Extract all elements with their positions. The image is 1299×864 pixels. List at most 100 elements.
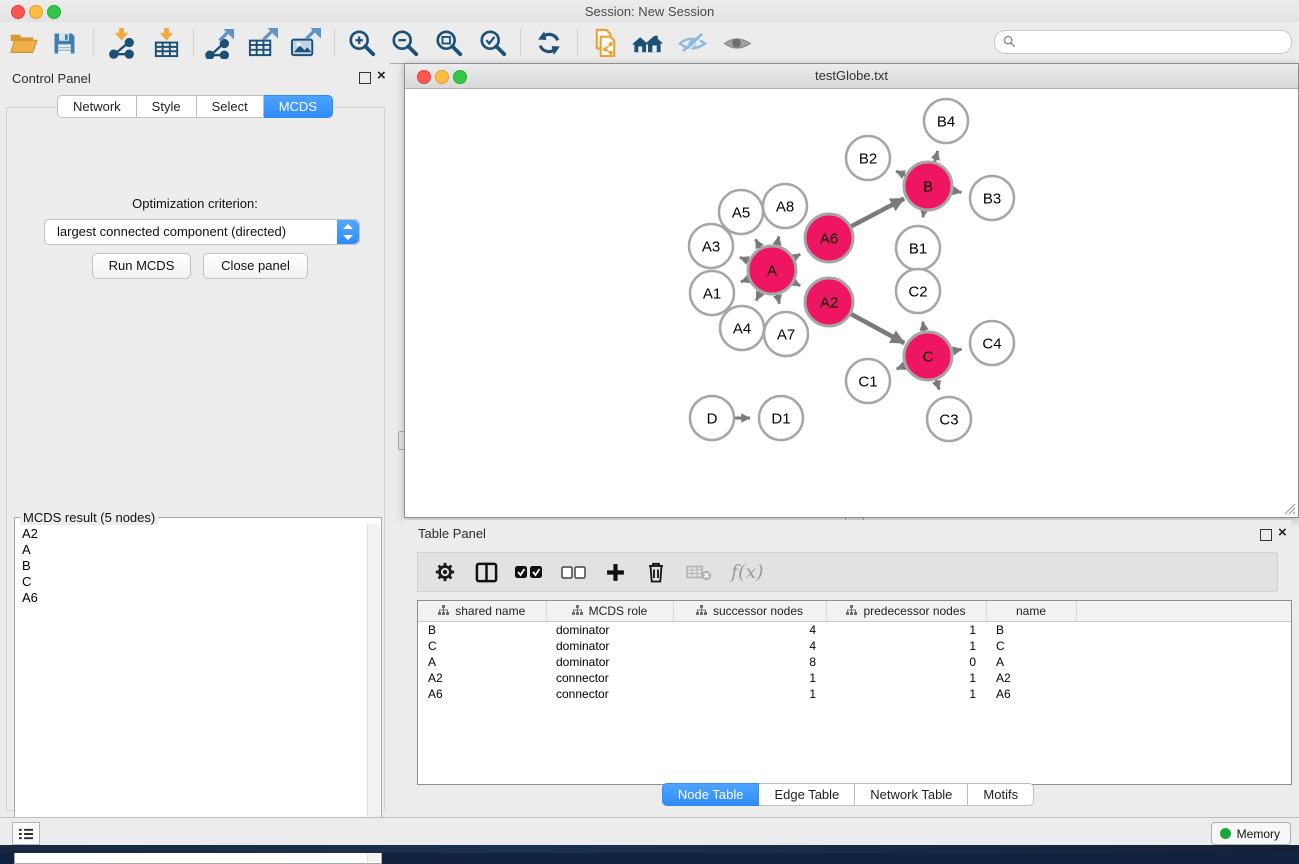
table-cell[interactable]: A — [418, 654, 546, 670]
graph-edge-A-A2[interactable] — [794, 282, 800, 286]
table-cell[interactable]: dominator — [546, 622, 673, 639]
optimization-criterion-dropdown[interactable]: largest connected component (directed) — [44, 219, 360, 245]
hide-selected-icon[interactable] — [675, 26, 709, 60]
column-header-successor-nodes[interactable]: successor nodes — [673, 601, 826, 622]
table-row[interactable]: A6connector11A6 — [418, 686, 1291, 702]
tab-edge-table[interactable]: Edge Table — [759, 783, 855, 806]
tab-node-table[interactable]: Node Table — [662, 783, 760, 806]
refresh-icon[interactable] — [532, 26, 566, 60]
export-network-icon[interactable] — [202, 26, 236, 60]
close-panel-button[interactable]: Close panel — [203, 253, 308, 279]
memory-button[interactable]: Memory — [1211, 822, 1291, 845]
save-session-icon[interactable] — [47, 26, 81, 60]
table-cell[interactable]: B — [418, 622, 546, 639]
zoom-fit-icon[interactable] — [432, 26, 466, 60]
table-row[interactable]: Cdominator41C — [418, 638, 1291, 654]
table-cell[interactable]: 1 — [826, 638, 986, 654]
table-header-row[interactable]: shared nameMCDS rolesuccessor nodesprede… — [418, 601, 1291, 622]
mcds-result-item[interactable]: A6 — [15, 590, 368, 606]
graph-edge-A-A4[interactable] — [756, 292, 760, 300]
tab-network-table[interactable]: Network Table — [855, 783, 968, 806]
show-all-icon[interactable] — [720, 26, 754, 60]
table-cell[interactable]: A2 — [986, 670, 1076, 686]
mcds-list-scrollbar[interactable] — [367, 524, 380, 862]
table-cell[interactable]: 1 — [673, 686, 826, 702]
column-header-mcds-role[interactable]: MCDS role — [546, 601, 673, 622]
table-cell[interactable]: 4 — [673, 622, 826, 639]
graph-edge-B-B3[interactable] — [953, 191, 962, 193]
table-cell[interactable]: dominator — [546, 654, 673, 670]
table-cell[interactable]: connector — [546, 686, 673, 702]
import-network-icon[interactable] — [104, 26, 138, 60]
table-cell[interactable]: C — [418, 638, 546, 654]
run-mcds-button[interactable]: Run MCDS — [92, 253, 191, 279]
graph-edge-A6-B[interactable] — [851, 199, 904, 227]
mcds-result-item[interactable]: B — [15, 558, 368, 574]
table-cell[interactable]: 1 — [673, 670, 826, 686]
table-cell[interactable]: A6 — [986, 686, 1076, 702]
select-all-icon[interactable] — [514, 559, 544, 585]
table-cell[interactable]: A6 — [418, 686, 546, 702]
network-window-titlebar[interactable]: testGlobe.txt — [405, 64, 1298, 89]
table-cell[interactable]: B — [986, 622, 1076, 639]
float-panel-icon[interactable] — [359, 72, 371, 84]
graph-edge-C-C1[interactable] — [897, 366, 905, 369]
graph-edge-B-B1[interactable] — [923, 211, 924, 218]
graph-edge-C-C4[interactable] — [952, 349, 961, 351]
graph-edge-B-B2[interactable] — [896, 171, 905, 175]
tab-motifs[interactable]: Motifs — [968, 783, 1034, 806]
graph-edge-A-A3[interactable] — [740, 257, 749, 260]
table-cell[interactable]: dominator — [546, 638, 673, 654]
table-row[interactable]: Bdominator41B — [418, 622, 1291, 639]
zoom-in-icon[interactable] — [345, 26, 379, 60]
add-icon[interactable] — [602, 559, 628, 585]
graph-edge-B-B4[interactable] — [935, 151, 938, 162]
graph-edge-A-A6[interactable] — [794, 254, 800, 258]
mcds-result-item[interactable]: C — [15, 574, 368, 590]
zoom-out-icon[interactable] — [388, 26, 422, 60]
graph-edge-C-C2[interactable] — [923, 322, 924, 332]
table-cell[interactable]: 1 — [826, 622, 986, 639]
graph-edge-A2-C[interactable] — [851, 314, 904, 343]
close-panel-icon[interactable]: × — [377, 67, 386, 85]
tab-mcds[interactable]: MCDS — [264, 95, 333, 118]
table-cell[interactable]: 0 — [826, 654, 986, 670]
graph-edge-A-A1[interactable] — [741, 279, 749, 282]
first-neighbors-icon[interactable] — [588, 26, 622, 60]
mcds-result-item[interactable]: A — [15, 542, 368, 558]
table-cell[interactable]: 4 — [673, 638, 826, 654]
float-table-panel-icon[interactable] — [1260, 529, 1272, 541]
table-cell[interactable]: 8 — [673, 654, 826, 670]
delete-icon[interactable] — [643, 559, 669, 585]
graph-edge-A-A8[interactable] — [777, 236, 779, 245]
table-cell[interactable]: A — [986, 654, 1076, 670]
import-table-icon[interactable] — [149, 26, 183, 60]
task-history-button[interactable] — [12, 822, 40, 845]
column-header-shared-name[interactable]: shared name — [418, 601, 546, 622]
export-table-icon[interactable] — [245, 26, 279, 60]
table-cell[interactable]: A2 — [418, 670, 546, 686]
column-header-name[interactable]: name — [986, 601, 1076, 622]
mcds-result-item[interactable]: A2 — [15, 526, 368, 542]
window-resize-grip[interactable] — [1283, 502, 1296, 515]
dropdown-stepper-icon[interactable] — [337, 220, 359, 244]
open-session-icon[interactable] — [6, 26, 40, 60]
table-cell[interactable]: 1 — [826, 670, 986, 686]
tab-select[interactable]: Select — [197, 95, 264, 118]
deselect-all-icon[interactable] — [559, 559, 587, 585]
table-row[interactable]: Adominator80A — [418, 654, 1291, 670]
tab-style[interactable]: Style — [137, 95, 197, 118]
close-table-panel-icon[interactable]: × — [1278, 524, 1287, 542]
network-canvas[interactable]: ABCA2A6A1A3A4A5A7A8B1B2B3B4C1C2C3C4DD1 — [406, 89, 1295, 515]
columns-icon[interactable] — [473, 559, 499, 585]
table-row[interactable]: A2connector11A2 — [418, 670, 1291, 686]
column-header-predecessor-nodes[interactable]: predecessor nodes — [826, 601, 986, 622]
home-icon[interactable] — [630, 26, 664, 60]
table-cell[interactable]: connector — [546, 670, 673, 686]
graph-edge-A-A7[interactable] — [777, 294, 779, 303]
table-cell[interactable]: 1 — [826, 686, 986, 702]
tab-network[interactable]: Network — [57, 95, 137, 118]
search-input[interactable] — [1021, 32, 1285, 52]
zoom-selected-icon[interactable] — [476, 26, 510, 60]
graph-edge-A-A5[interactable] — [756, 239, 761, 248]
